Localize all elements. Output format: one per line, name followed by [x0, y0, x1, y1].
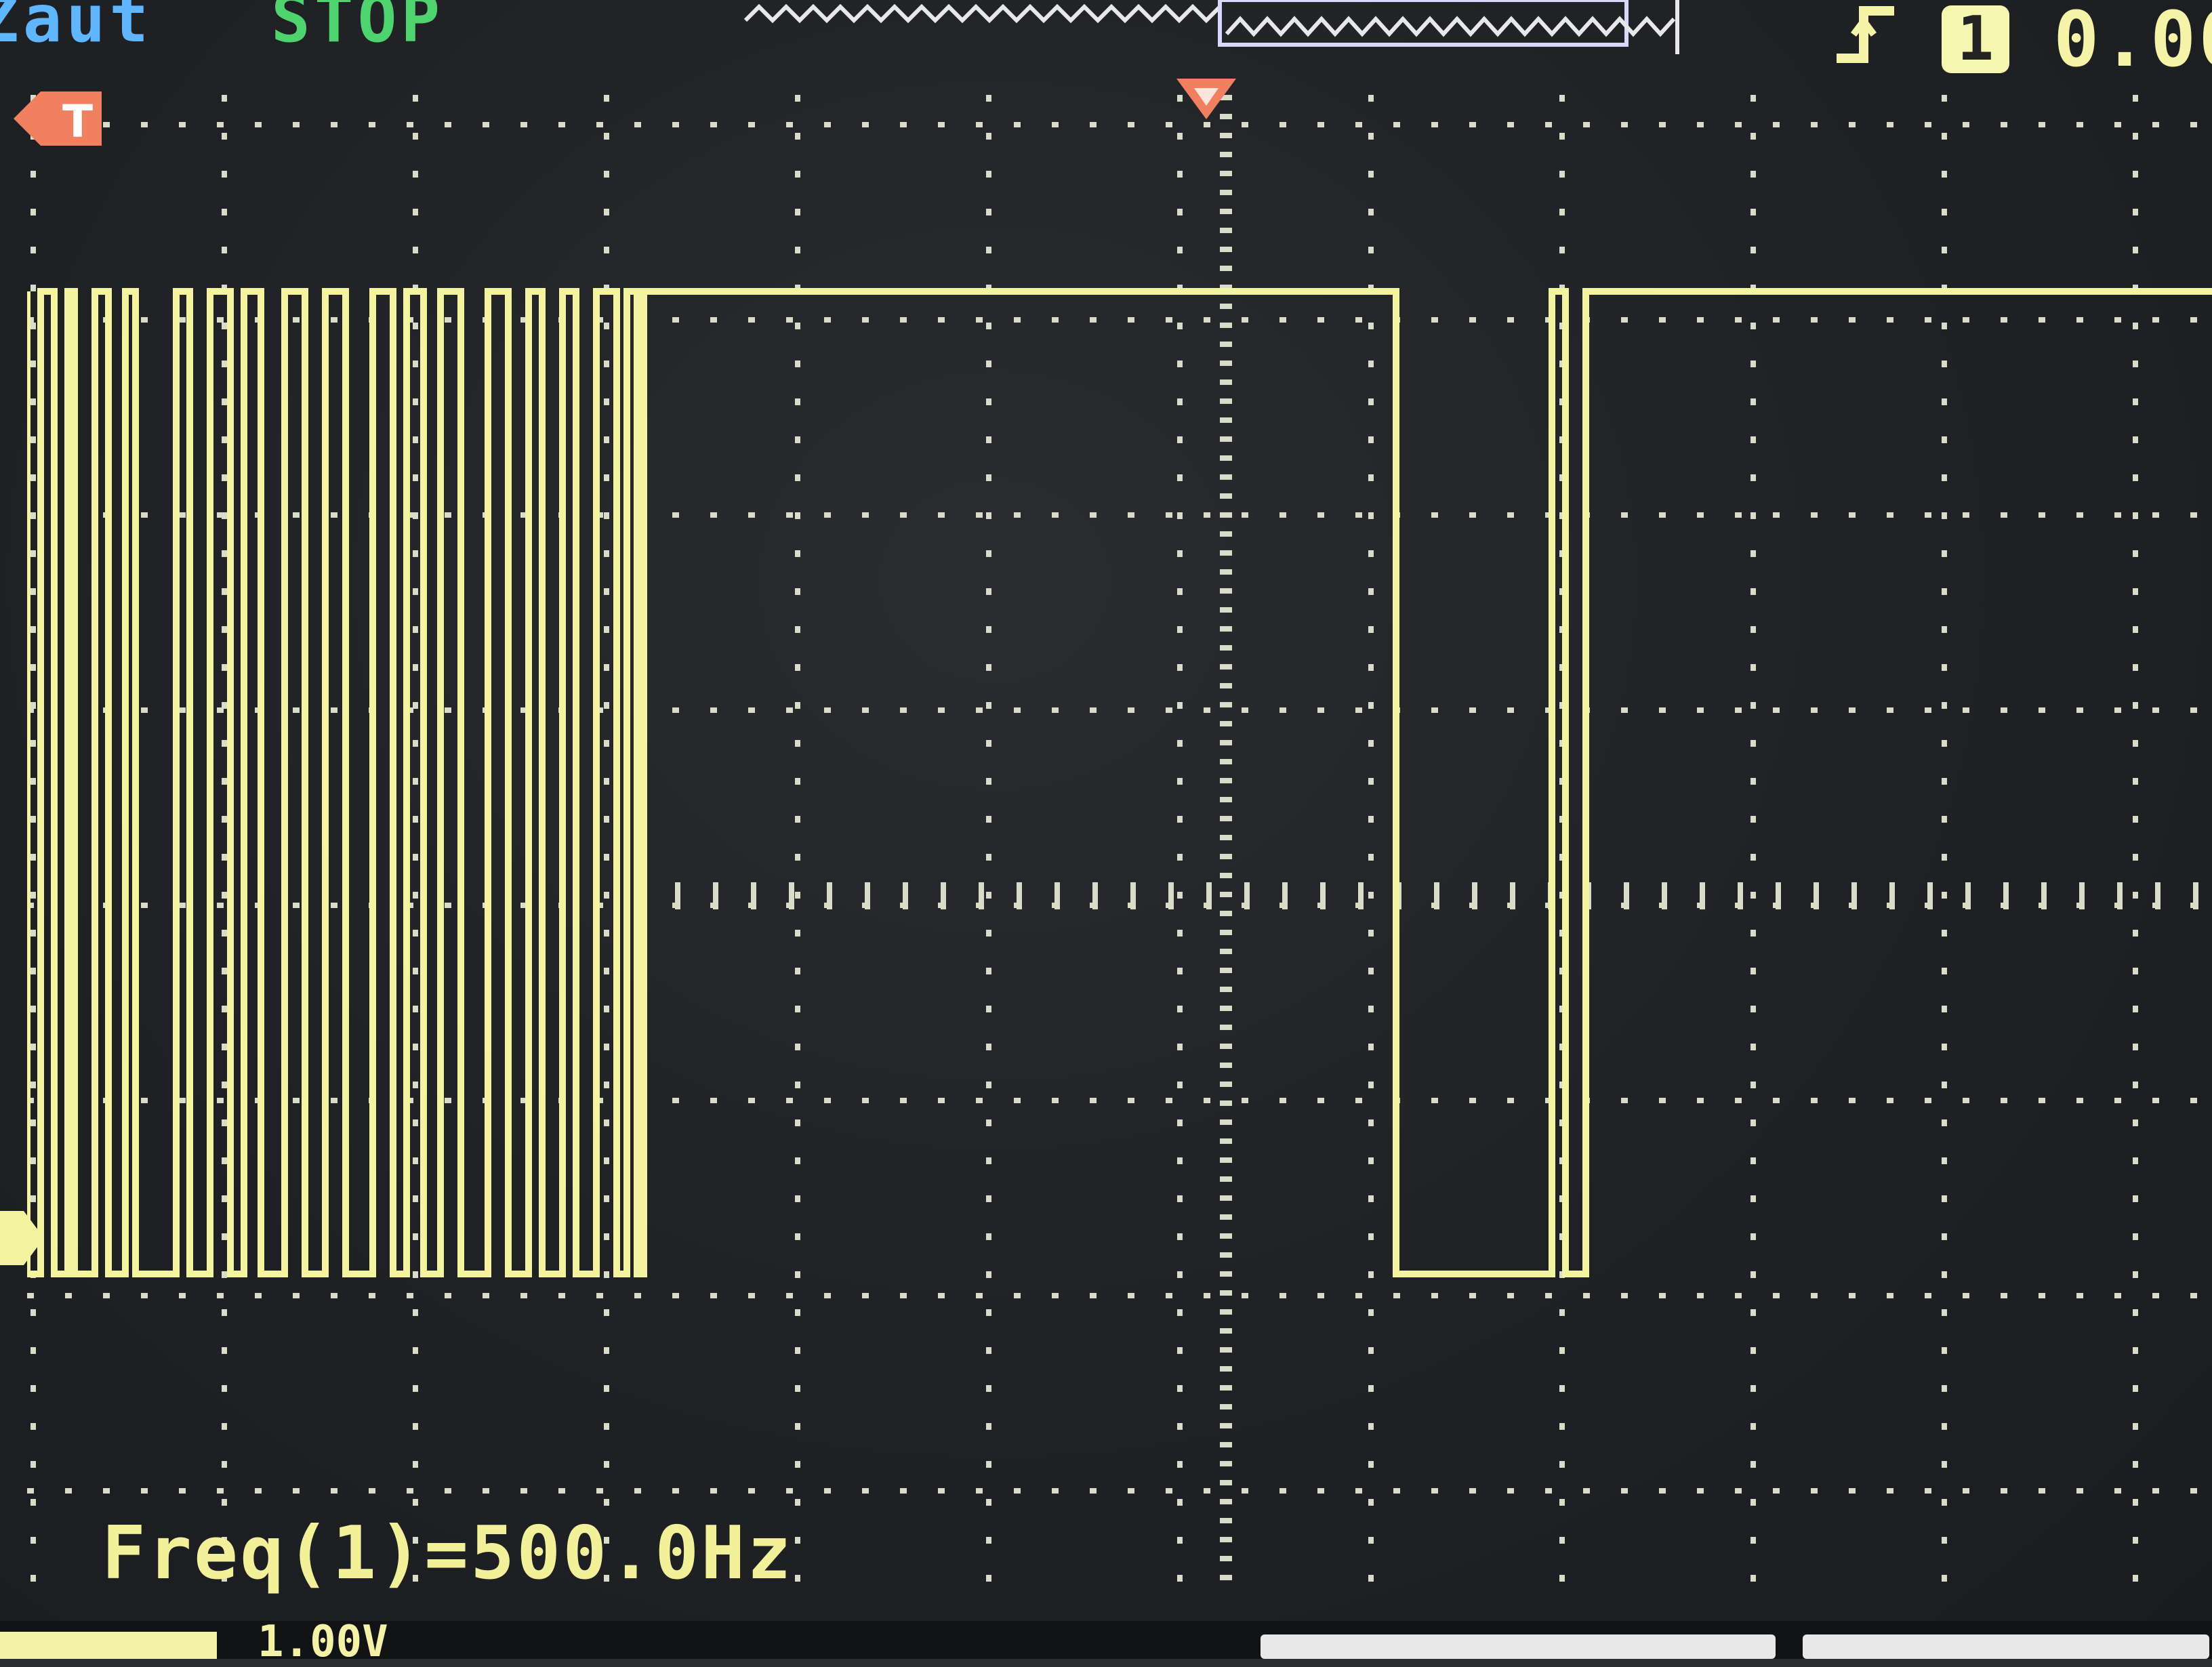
frequency-measurement: Freq(1)=500.0Hz [102, 1511, 794, 1596]
trigger-time-marker-icon[interactable] [1174, 76, 1239, 123]
top-status-bar: Zaut STOP 1 0.00 [0, 0, 2212, 84]
memory-preview-waveform-right [1225, 16, 1676, 37]
memory-view-window [1218, 0, 1629, 47]
channel1-trace [27, 288, 2212, 1277]
memory-depth-bar [743, 0, 1679, 54]
rising-edge-icon [1837, 6, 1894, 63]
memory-preview-waveform-left [743, 3, 1222, 24]
svg-text:T: T [62, 96, 93, 148]
trigger-position-marker-icon[interactable]: T [14, 88, 108, 156]
waveform-display [27, 88, 2212, 1606]
mode-label: Zaut [0, 0, 153, 57]
timebase-box [1261, 1634, 1776, 1659]
channel1-label-box [0, 1632, 217, 1659]
trigger-level-readout: 0.00 [2053, 0, 2212, 84]
oscilloscope-screen: Zaut STOP 1 0.00 T Freq(1)=500.0Hz [0, 0, 2212, 1667]
trigger-box [1803, 1634, 2209, 1659]
bottom-status-bar: 1.00V [0, 1617, 2212, 1667]
trigger-channel-badge: 1 [1942, 5, 2009, 73]
channel1-scale: 1.00V [258, 1617, 388, 1667]
channel1-waveform [27, 288, 2212, 1277]
channel1-ground-marker-icon[interactable] [0, 1208, 47, 1269]
run-state-label: STOP [271, 0, 445, 57]
